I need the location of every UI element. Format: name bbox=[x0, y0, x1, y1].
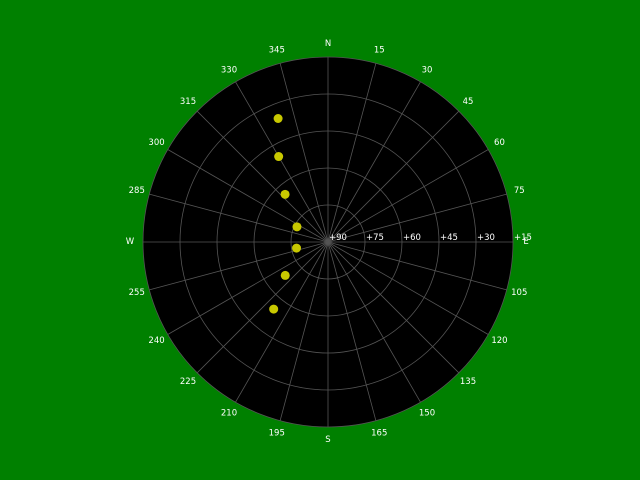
angular-tick-label: 165 bbox=[371, 428, 387, 438]
data-point bbox=[280, 270, 290, 280]
angular-tick-label: 15 bbox=[374, 46, 385, 56]
data-point bbox=[292, 222, 302, 232]
angular-tick-label: S bbox=[325, 435, 330, 445]
angular-tick-label: 135 bbox=[460, 377, 476, 387]
radial-tick-label: +90 bbox=[329, 233, 347, 243]
angular-tick-label: 345 bbox=[269, 46, 285, 56]
radial-tick-label: +15 bbox=[514, 233, 532, 243]
polar-chart: E7560453015N345330315300285W255240225210… bbox=[126, 39, 532, 445]
radial-tick-label: +60 bbox=[403, 233, 421, 243]
angular-tick-label: 30 bbox=[422, 66, 433, 76]
angular-tick-label: 240 bbox=[148, 336, 164, 346]
angular-tick-label: 105 bbox=[511, 288, 527, 298]
angular-tick-label: 210 bbox=[221, 408, 237, 418]
angular-tick-label: N bbox=[325, 39, 331, 49]
angular-tick-label: 255 bbox=[129, 288, 145, 298]
data-point bbox=[274, 152, 284, 162]
angular-tick-label: 315 bbox=[180, 97, 196, 107]
angular-tick-label: 225 bbox=[180, 377, 196, 387]
radial-tick-label: +45 bbox=[440, 233, 458, 243]
radial-tick-label: +30 bbox=[477, 233, 495, 243]
angular-tick-label: 285 bbox=[129, 186, 145, 196]
data-point bbox=[280, 189, 290, 199]
angular-tick-label: 300 bbox=[148, 138, 164, 148]
angular-tick-label: 195 bbox=[269, 428, 285, 438]
angular-tick-label: W bbox=[126, 237, 135, 247]
angular-tick-label: 120 bbox=[491, 336, 507, 346]
angular-tick-label: 75 bbox=[514, 186, 525, 196]
data-point bbox=[292, 243, 302, 253]
data-point bbox=[269, 304, 279, 314]
data-point bbox=[273, 113, 283, 123]
angular-tick-label: 45 bbox=[463, 97, 474, 107]
angular-tick-label: 150 bbox=[419, 408, 435, 418]
radial-tick-label: +75 bbox=[366, 233, 384, 243]
angular-tick-label: 330 bbox=[221, 66, 237, 76]
angular-tick-label: 60 bbox=[494, 138, 505, 148]
